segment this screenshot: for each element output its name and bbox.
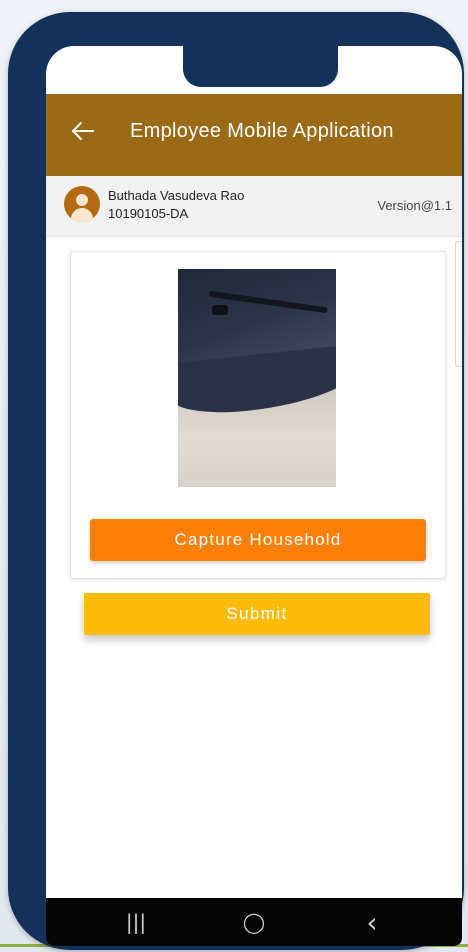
user-id: 10190105-DA xyxy=(108,206,189,221)
app-version: Version@1.1 xyxy=(377,198,452,213)
submit-button[interactable]: Submit xyxy=(84,593,430,635)
phone-frame: Employee Mobile Application Buthada Vasu… xyxy=(8,12,464,950)
app-title: Employee Mobile Application xyxy=(130,120,394,142)
phone-screen: Employee Mobile Application Buthada Vasu… xyxy=(46,46,462,946)
user-info-strip: Buthada Vasudeva Rao 10190105-DA Version… xyxy=(46,176,462,237)
arrow-left-icon xyxy=(72,122,94,140)
system-navigation-bar: ||| ◯ ‹ xyxy=(46,898,462,946)
recent-apps-button[interactable]: ||| xyxy=(116,908,156,936)
chevron-left-icon: ‹ xyxy=(366,905,378,939)
capture-card: Capture Household xyxy=(70,251,446,579)
user-name: Buthada Vasudeva Rao xyxy=(108,188,245,203)
capture-household-button[interactable]: Capture Household xyxy=(90,519,426,561)
home-icon: ◯ xyxy=(242,910,266,934)
scroll-indicator xyxy=(455,241,462,367)
app-bar: Employee Mobile Application xyxy=(46,94,462,176)
system-back-button[interactable]: ‹ xyxy=(352,905,392,939)
back-button[interactable] xyxy=(68,116,98,146)
home-button[interactable]: ◯ xyxy=(234,908,274,936)
screenshot-canvas: Employee Mobile Application Buthada Vasu… xyxy=(0,0,468,952)
captured-photo[interactable] xyxy=(178,269,336,487)
phone-notch xyxy=(183,46,338,87)
recent-apps-icon: ||| xyxy=(125,910,147,934)
user-avatar-icon xyxy=(64,186,100,222)
